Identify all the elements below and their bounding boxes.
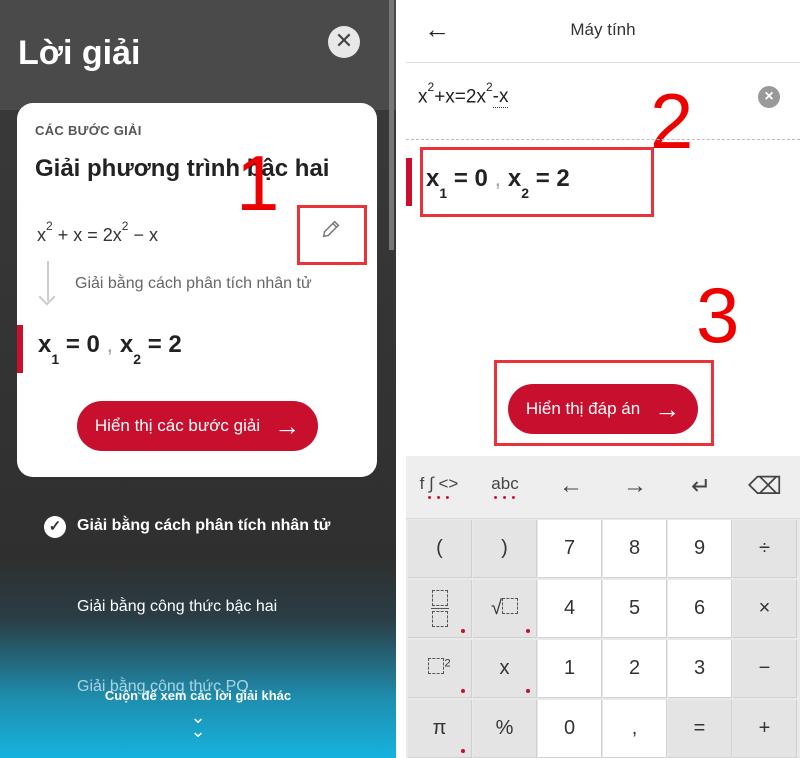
key-4[interactable]: 4 (538, 580, 602, 638)
close-icon[interactable]: ✕ (328, 26, 360, 58)
panel-divider (396, 0, 406, 758)
key-6[interactable]: 6 (668, 580, 732, 638)
show-answer-button[interactable]: Hiển thị đáp án → (508, 384, 698, 434)
key-percent[interactable]: % (473, 700, 537, 758)
more-dot (526, 689, 530, 693)
method-text: Giải bằng cách phân tích nhân tử (75, 275, 312, 292)
annotation-number: 3 (696, 271, 740, 359)
annotation-number: 2 (650, 77, 694, 165)
key-close-paren[interactable]: ) (473, 520, 537, 578)
key-plus[interactable]: + (733, 700, 797, 758)
key-7[interactable]: 7 (538, 520, 602, 578)
show-steps-button[interactable]: Hiển thị các bước giải → (77, 401, 318, 451)
page-title: Lời giải (18, 34, 141, 72)
key-open-paren[interactable]: ( (408, 520, 472, 578)
key-minus[interactable]: − (733, 640, 797, 698)
key-1[interactable]: 1 (538, 640, 602, 698)
annotation-number: 1 (236, 139, 280, 227)
key-3[interactable]: 3 (668, 640, 732, 698)
chevron-double-down-icon[interactable]: ⌄ ⌄ (0, 708, 396, 740)
arrow-right-icon: → (654, 394, 681, 424)
solution-card: CÁC BƯỚC GIẢI Giải phương trình bậc hai … (17, 103, 377, 477)
result-var: x (119, 331, 134, 358)
solution-panel: Lời giải ✕ CÁC BƯỚC GIẢI Giải phương trì… (0, 0, 396, 758)
key-equals[interactable]: = (668, 700, 732, 758)
key-sqrt[interactable]: √ (473, 580, 537, 638)
more-dot (461, 629, 465, 633)
result-sub: 1 (51, 350, 60, 367)
pencil-icon[interactable] (313, 215, 349, 251)
annotation-box (420, 147, 654, 217)
more-dot (526, 629, 530, 633)
enter-icon[interactable]: ↵ (668, 472, 734, 501)
card-title: Giải phương trình bậc hai (35, 155, 330, 182)
input-exp: 2 (485, 80, 493, 94)
tab-label: abc (491, 474, 519, 493)
input-term: x (418, 86, 428, 108)
result-value: = 0 (65, 331, 100, 358)
solution-option[interactable]: Giải bằng cách phân tích nhân tử (77, 517, 330, 535)
key-square[interactable]: 2 (408, 640, 472, 698)
solution-option[interactable]: Giải bằng công thức bậc hai (77, 598, 277, 616)
show-steps-label: Hiển thị các bước giải (94, 416, 261, 435)
equation: x2 + x = 2x2 − x (37, 219, 158, 246)
divider (406, 139, 800, 140)
arrow-right-icon: → (274, 411, 301, 441)
result-var: x (38, 331, 52, 358)
key-comma[interactable]: , (603, 700, 667, 758)
eq-exp: 2 (121, 219, 129, 233)
key-8[interactable]: 8 (603, 520, 667, 578)
result-marker (406, 158, 412, 206)
key-0[interactable]: 0 (538, 700, 602, 758)
square-icon: 2 (428, 657, 451, 680)
key-pi[interactable]: π (408, 700, 472, 758)
keyboard-toolbar: f ∫ <> • • • abc • • • ← → ↵ ⌫ (406, 456, 800, 519)
clear-icon[interactable]: × (758, 86, 780, 108)
result-sep: , (106, 331, 114, 358)
check-icon: ✓ (44, 516, 66, 538)
input-exp: 2 (427, 80, 435, 94)
cursor-left-icon[interactable]: ← (538, 472, 604, 500)
arrow-down-icon (47, 261, 49, 301)
backspace-icon[interactable]: ⌫ (732, 472, 798, 501)
eq-term: x (37, 225, 46, 245)
key-2[interactable]: 2 (603, 640, 667, 698)
expression-input[interactable]: x2+x=2x2-x (418, 80, 509, 109)
show-answer-label: Hiển thị đáp án (525, 399, 641, 418)
key-fraction[interactable] (408, 580, 472, 638)
tab-abc[interactable]: abc • • • (472, 474, 538, 504)
key-multiply[interactable]: × (733, 580, 797, 638)
eq-term: + x = 2x (57, 225, 122, 245)
calculator-panel: ← Máy tính x2+x=2x2-x × 2 x1 = 0 , x2 = … (406, 0, 800, 758)
more-dot (461, 689, 465, 693)
steps-kicker: CÁC BƯỚC GIẢI (35, 123, 142, 138)
eq-term: − x (133, 225, 158, 245)
tab-label: f ∫ <> (419, 474, 459, 493)
cursor-right-icon[interactable]: → (602, 472, 668, 500)
more-dot (461, 749, 465, 753)
key-divide[interactable]: ÷ (733, 520, 797, 578)
scrollbar[interactable] (389, 0, 394, 250)
result-sub: 2 (133, 350, 142, 367)
page-title: Máy tính (570, 20, 636, 39)
result: x1 = 0 , x2 = 2 (38, 331, 182, 367)
key-5[interactable]: 5 (603, 580, 667, 638)
input-term: -x (492, 86, 509, 109)
scroll-hint: Cuộn để xem các lời giải khác (104, 688, 292, 703)
key-9[interactable]: 9 (668, 520, 732, 578)
tab-functions[interactable]: f ∫ <> • • • (406, 474, 472, 504)
key-label: π (432, 717, 447, 739)
fraction-icon (430, 590, 449, 627)
result-value: = 2 (147, 331, 182, 358)
eq-exp: 2 (46, 219, 53, 233)
input-term: +x=2x (434, 86, 486, 108)
key-x[interactable]: x (473, 640, 537, 698)
sqrt-icon: √ (491, 597, 518, 620)
key-label: x (499, 657, 510, 679)
math-keyboard: f ∫ <> • • • abc • • • ← → ↵ ⌫ ( ) 7 8 9 ÷… (406, 456, 800, 758)
result-marker (17, 325, 23, 373)
